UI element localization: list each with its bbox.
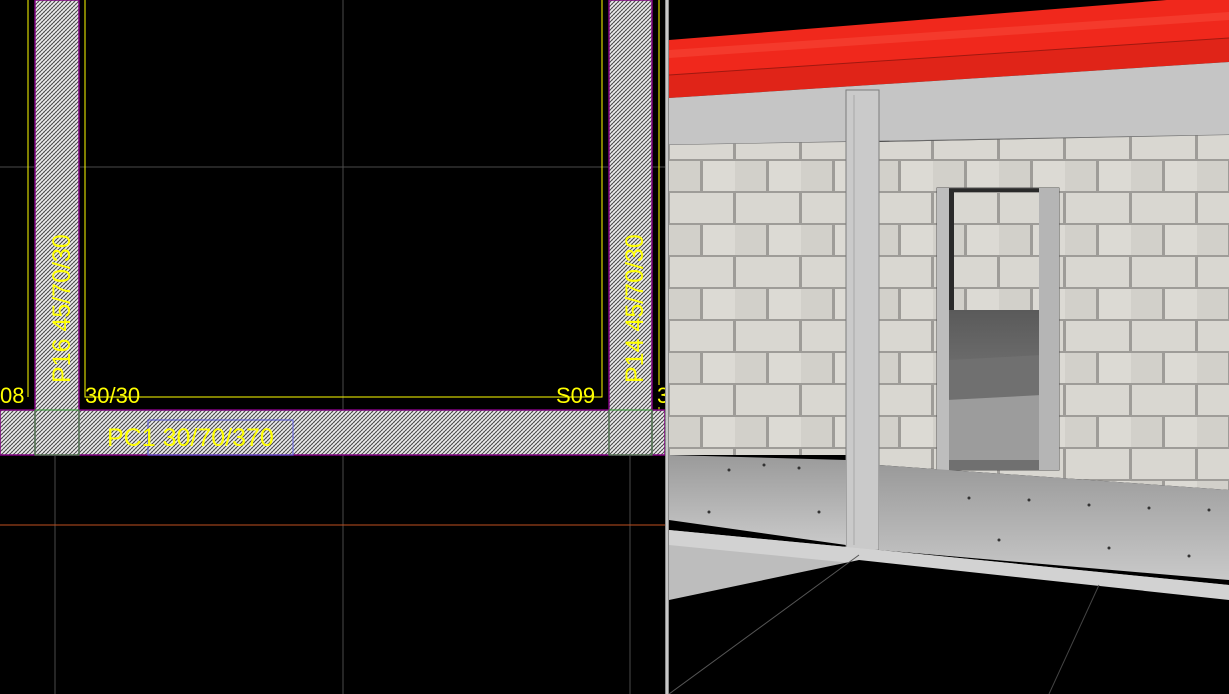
- 3d-scene[interactable]: [669, 0, 1229, 694]
- edge-label-right: 3: [657, 383, 665, 408]
- concrete-column: [845, 89, 880, 551]
- slab-label: S09: [556, 383, 595, 408]
- column-right-label: P14 45/70/30: [621, 234, 649, 383]
- beam-label: PC1 30/70/370: [107, 424, 274, 452]
- column-left-label: P16 45/70/30: [48, 234, 76, 383]
- door-opening: [936, 187, 1060, 471]
- section-label: 30/30: [85, 383, 140, 408]
- beam-pc1[interactable]: [0, 409, 665, 456]
- cad-grid: [0, 0, 665, 694]
- column-p16[interactable]: [34, 0, 80, 456]
- cad-drawing[interactable]: PC1 30/70/370 P16 45/70/30 P14 45/70/30 …: [0, 0, 665, 694]
- block-wall-left: [669, 142, 846, 455]
- column-p14[interactable]: [608, 0, 653, 456]
- 3d-render-viewport[interactable]: [669, 0, 1229, 694]
- edge-label: 08: [0, 383, 24, 408]
- cad-plan-viewport[interactable]: PC1 30/70/370 P16 45/70/30 P14 45/70/30 …: [0, 0, 665, 694]
